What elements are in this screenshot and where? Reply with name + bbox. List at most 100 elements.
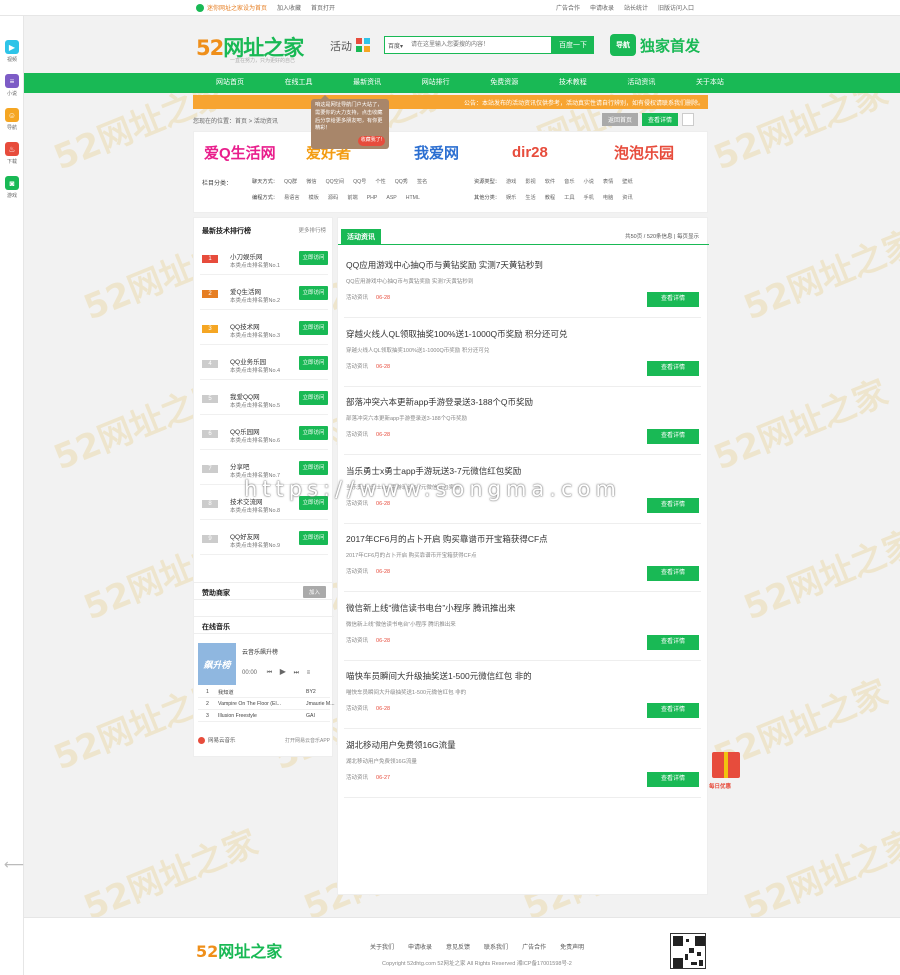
category-link[interactable]: 源码 xyxy=(328,194,338,201)
view-details-button[interactable]: 查看详情 xyxy=(647,497,699,513)
stats-link[interactable]: 站长统计 xyxy=(624,3,648,12)
category-link[interactable]: 易语言 xyxy=(284,194,300,201)
category-link[interactable]: 壁纸 xyxy=(622,178,632,185)
list-icon[interactable]: ≡ xyxy=(307,670,311,676)
back-arrow-icon[interactable]: ⟵ xyxy=(4,856,24,873)
prev-icon[interactable]: ⏮ xyxy=(267,670,272,676)
article-title[interactable]: 穿越火线人QL领取抽奖100%送1-1000Q币奖励 积分还可兑 xyxy=(346,328,568,340)
rank-site-name[interactable]: QQ技术网 xyxy=(230,321,260,331)
article-title[interactable]: 部落冲突六本更新app手游登录送3-188个Q币奖励 xyxy=(346,396,533,408)
nav-item[interactable]: 在线工具 xyxy=(279,73,319,93)
category-link[interactable]: 影视 xyxy=(525,178,535,185)
visit-button[interactable]: 立即访问 xyxy=(299,321,328,335)
category-link[interactable]: QQ秀 xyxy=(395,178,408,185)
visit-button[interactable]: 立即访问 xyxy=(299,286,328,300)
submit-link[interactable]: 申请收录 xyxy=(590,3,614,12)
view-details-button[interactable]: 查看详情 xyxy=(647,360,699,376)
tab-activity-news[interactable]: 活动资讯 xyxy=(341,229,381,245)
category-link[interactable]: ASP xyxy=(386,195,396,201)
open-app-link[interactable]: 打开网易云音乐APP xyxy=(285,737,330,744)
article-title[interactable]: 当乐勇士x勇士app手游玩送3-7元微信红包奖励 xyxy=(346,465,521,477)
search-button[interactable]: 百度一下 xyxy=(552,36,594,54)
footer-logo[interactable]: 52网址之家 xyxy=(196,938,282,962)
album-cover[interactable]: 飙升榜 xyxy=(198,643,236,685)
article-title[interactable]: 湖北移动用户免费领16G流量 xyxy=(346,739,456,751)
view-details-button[interactable]: 查看详情 xyxy=(647,292,699,307)
category-link[interactable]: 小说 xyxy=(584,178,594,185)
category-link[interactable]: HTML xyxy=(406,195,420,201)
nav-item[interactable]: 活动资讯 xyxy=(621,73,661,93)
category-link[interactable]: QQ群 xyxy=(284,178,297,185)
category-link[interactable]: 前端 xyxy=(347,194,357,201)
footer-link[interactable]: 免责声明 xyxy=(560,942,584,951)
view-details-button[interactable]: 查看详情 xyxy=(642,113,679,126)
view-details-button[interactable]: 查看详情 xyxy=(647,634,699,650)
category-link[interactable]: 教程 xyxy=(545,194,555,201)
ad-link[interactable]: 广告合作 xyxy=(556,3,580,12)
rank-site-name[interactable]: 爱Q生活网 xyxy=(230,286,261,296)
category-link[interactable]: 个性 xyxy=(375,178,385,185)
rank-site-name[interactable]: QQ好友网 xyxy=(230,531,260,541)
dock-item-0[interactable]: ▶ 视频 xyxy=(3,40,21,63)
category-link[interactable]: 签名 xyxy=(417,178,427,185)
nav-item[interactable]: 技术教程 xyxy=(553,73,593,93)
dock-item-4[interactable]: ◙ 游戏 xyxy=(3,176,21,199)
site-logo-link[interactable]: 我爱网 xyxy=(414,138,459,166)
visit-button[interactable]: 立即访问 xyxy=(299,531,328,545)
category-link[interactable]: 软件 xyxy=(545,178,555,185)
view-details-button[interactable]: 查看详情 xyxy=(647,771,699,787)
nav-item[interactable]: 网站排行 xyxy=(416,73,456,93)
category-link[interactable]: 表情 xyxy=(603,178,613,185)
dock-item-2[interactable]: ☺ 导航 xyxy=(3,108,21,131)
ranking-more-link[interactable]: 更多排行榜 xyxy=(298,226,326,234)
back-home-button[interactable]: 返回首页 xyxy=(602,113,639,126)
track-row[interactable]: 2 Vampire On The Floor (El... Jmaurie M... xyxy=(198,699,335,710)
visit-button[interactable]: 立即访问 xyxy=(299,251,328,265)
site-logo-link[interactable]: dir28 xyxy=(512,138,548,166)
site-logo-link[interactable]: 爱Q生活网 xyxy=(204,138,276,166)
visit-button[interactable]: 立即访问 xyxy=(299,426,328,440)
old-version-link[interactable]: 旧版访问入口 xyxy=(658,3,694,12)
footer-link[interactable]: 联系我们 xyxy=(484,942,508,951)
visit-button[interactable]: 立即访问 xyxy=(299,356,328,370)
search-input[interactable] xyxy=(411,38,551,52)
rank-site-name[interactable]: 小刀娱乐网 xyxy=(230,251,263,261)
toggle-box[interactable] xyxy=(682,113,695,126)
dock-item-1[interactable]: ≡ 小说 xyxy=(3,74,21,97)
category-link[interactable]: QQ空间 xyxy=(326,178,344,185)
article-title[interactable]: 2017年CF6月的占卜开启 购买靠谱币开宝箱获得CF点 xyxy=(346,533,548,545)
view-details-button[interactable]: 查看详情 xyxy=(647,703,699,718)
article-title[interactable]: 微信新上线“微信读书电台”小程序 腾讯推出来 xyxy=(346,602,516,614)
rank-site-name[interactable]: 分享吧 xyxy=(230,461,250,471)
home-open-link[interactable]: 首页打开 xyxy=(311,3,335,12)
category-link[interactable]: 手机 xyxy=(584,194,594,201)
nav-item[interactable]: 最新资讯 xyxy=(347,73,387,93)
nav-item[interactable]: 免费资源 xyxy=(484,73,524,93)
dock-item-3[interactable]: ♨ 下载 xyxy=(3,142,21,165)
footer-link[interactable]: 申请收录 xyxy=(408,942,432,951)
search-engine-select[interactable]: 百度▾ xyxy=(388,41,403,50)
rank-site-name[interactable]: QQ乐园网 xyxy=(230,426,260,436)
play-icon[interactable]: ▶ xyxy=(280,667,286,676)
footer-link[interactable]: 广告合作 xyxy=(522,942,546,951)
category-link[interactable]: 模板 xyxy=(309,194,319,201)
add-favorite-link[interactable]: 加入收藏 xyxy=(277,3,301,12)
visit-button[interactable]: 立即访问 xyxy=(299,391,328,405)
category-link[interactable]: 娱乐 xyxy=(506,194,516,201)
category-link[interactable]: 游戏 xyxy=(506,178,516,185)
activity-grid-icon[interactable] xyxy=(356,38,370,52)
footer-link[interactable]: 关于我们 xyxy=(370,942,394,951)
track-row[interactable]: 1 我知道 BY2 xyxy=(198,687,330,698)
exclusive-banner[interactable]: 导航 独家首发 xyxy=(610,34,700,56)
daily-gift-badge[interactable]: 每日优惠 xyxy=(709,746,745,794)
view-details-button[interactable]: 查看详情 xyxy=(647,566,699,581)
footer-link[interactable]: 意见反馈 xyxy=(446,942,470,951)
visit-button[interactable]: 立即访问 xyxy=(299,461,328,475)
category-link[interactable]: 音乐 xyxy=(564,178,574,185)
article-title[interactable]: QQ应用游戏中心抽Q币与黄钻奖励 实测7天黄钻秒到 xyxy=(346,259,543,271)
category-link[interactable]: 电脑 xyxy=(603,194,613,201)
category-link[interactable]: PHP xyxy=(367,195,378,201)
category-link[interactable]: 生活 xyxy=(525,194,535,201)
next-icon[interactable]: ⏭ xyxy=(294,670,299,676)
track-row[interactable]: 3 Illusion Freestyle GAI xyxy=(198,711,330,722)
